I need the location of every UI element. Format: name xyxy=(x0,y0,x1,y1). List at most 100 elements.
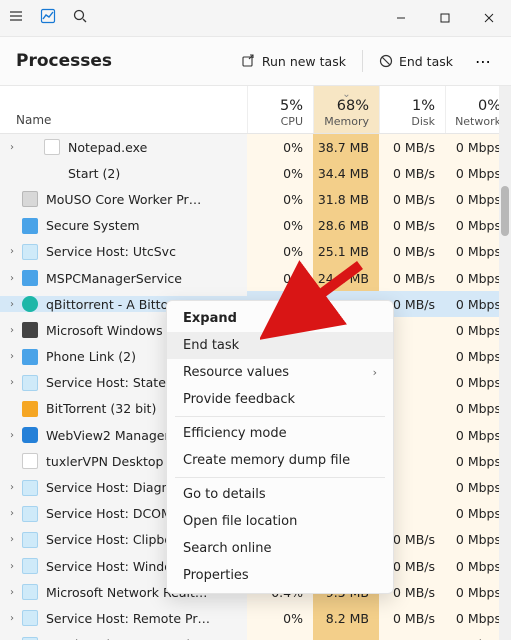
disk-label: Disk xyxy=(411,115,435,128)
expand-chevron-icon[interactable]: › xyxy=(6,325,18,336)
menu-separator xyxy=(175,416,385,417)
cell-disk: 0 MB/s xyxy=(379,239,445,265)
process-icon xyxy=(22,270,38,286)
process-icon xyxy=(22,244,38,260)
menu-item-expand[interactable]: Expand xyxy=(167,305,393,332)
menu-separator xyxy=(175,477,385,478)
expand-chevron-icon[interactable]: › xyxy=(6,430,18,441)
expand-chevron-icon[interactable]: › xyxy=(6,482,18,493)
menu-item-resource-values[interactable]: Resource values› xyxy=(167,359,393,386)
cpu-column-header[interactable]: 5% CPU xyxy=(247,86,313,133)
cell-disk: 0 MB/s xyxy=(379,134,445,160)
process-name-cell: ›LocalServiceNoNetwork xyxy=(0,637,247,640)
process-icon xyxy=(22,453,38,469)
cell-mem: 8.2 MB xyxy=(313,605,379,631)
process-name-cell: ›Notepad.exe xyxy=(0,139,247,155)
search-icon[interactable] xyxy=(72,8,88,28)
process-row[interactable]: ›Service Host: Remote Pr…0%8.2 MB0 MB/s0… xyxy=(0,605,511,631)
process-row[interactable]: Start (2)0%34.4 MB0 MB/s0 Mbps xyxy=(0,160,511,186)
process-row[interactable]: MoUSO Core Worker Pr…0%31.8 MB0 MB/s0 Mb… xyxy=(0,186,511,212)
page-title: Processes xyxy=(16,51,112,71)
process-icon xyxy=(22,375,38,391)
run-new-task-button[interactable]: Run new task xyxy=(232,48,356,75)
menu-item-go-to-details[interactable]: Go to details xyxy=(167,481,393,508)
process-row[interactable]: ›Service Host: UtcSvc0%25.1 MB0 MB/s0 Mb… xyxy=(0,239,511,265)
process-name-label: MSPCManagerService xyxy=(46,271,182,286)
end-task-button[interactable]: End task xyxy=(369,48,463,75)
expand-chevron-icon[interactable]: › xyxy=(6,351,18,362)
process-icon xyxy=(22,349,38,365)
menu-item-label: Search online xyxy=(183,541,271,556)
process-row[interactable]: ›MSPCManagerService0%24.2 MB0 MB/s0 Mbps xyxy=(0,265,511,291)
process-name-label: Phone Link (2) xyxy=(46,349,136,364)
hamburger-icon[interactable] xyxy=(8,8,24,28)
scrollbar-thumb[interactable] xyxy=(501,186,509,236)
cell-disk: 0 MB/s xyxy=(379,632,445,640)
process-name-label: Secure System xyxy=(46,218,140,233)
process-icon xyxy=(22,401,38,417)
expand-chevron-icon[interactable]: › xyxy=(6,534,18,545)
run-new-task-label: Run new task xyxy=(262,54,346,69)
sort-indicator-icon: ⌄ xyxy=(342,89,350,100)
process-row[interactable]: ›Notepad.exe0%38.7 MB0 MB/s0 Mbps xyxy=(0,134,511,160)
end-task-label: End task xyxy=(399,54,453,69)
expand-chevron-icon[interactable]: › xyxy=(6,377,18,388)
network-percent: 0% xyxy=(478,98,501,114)
expand-chevron-icon[interactable]: › xyxy=(6,142,18,153)
process-icon xyxy=(22,637,38,640)
expand-chevron-icon[interactable]: › xyxy=(6,613,18,624)
menu-item-create-memory-dump-file[interactable]: Create memory dump file xyxy=(167,447,393,474)
minimize-button[interactable] xyxy=(379,2,423,34)
scrollbar-track[interactable] xyxy=(499,86,511,640)
cell-cpu: 0% xyxy=(247,605,313,631)
process-icon xyxy=(22,296,38,312)
process-name-cell: ›Service Host: Remote Pr… xyxy=(0,610,247,626)
name-column-header[interactable]: Name xyxy=(0,86,247,133)
more-options-button[interactable]: ⋯ xyxy=(469,52,499,71)
cell-cpu: 0% xyxy=(247,239,313,265)
process-icon xyxy=(22,506,38,522)
process-icon xyxy=(22,610,38,626)
process-icon xyxy=(22,218,38,234)
cell-cpu: 0% xyxy=(247,160,313,186)
expand-chevron-icon[interactable]: › xyxy=(6,246,18,257)
expand-chevron-icon[interactable]: › xyxy=(6,299,18,310)
process-row[interactable]: Secure System0%28.6 MB0 MB/s0 Mbps xyxy=(0,213,511,239)
process-name-cell: Secure System xyxy=(0,218,247,234)
process-icon xyxy=(22,480,38,496)
cell-disk: 0 MB/s xyxy=(379,213,445,239)
process-icon xyxy=(22,532,38,548)
expand-chevron-icon[interactable]: › xyxy=(6,273,18,284)
memory-percent: 68% xyxy=(337,98,369,114)
expand-chevron-icon[interactable]: › xyxy=(6,561,18,572)
process-icon xyxy=(22,558,38,574)
cell-cpu: 0% xyxy=(247,213,313,239)
process-row[interactable]: ›LocalServiceNoNetwork0%8.0 MB0 MB/s0 Mb… xyxy=(0,632,511,640)
process-name-cell: › MSPCManagerService xyxy=(0,270,247,286)
menu-item-search-online[interactable]: Search online xyxy=(167,535,393,562)
menu-item-label: End task xyxy=(183,338,239,353)
cell-cpu: 0% xyxy=(247,632,313,640)
cpu-label: CPU xyxy=(281,115,303,128)
cell-mem: 34.4 MB xyxy=(313,160,379,186)
menu-item-end-task[interactable]: End task xyxy=(167,332,393,359)
expand-chevron-icon[interactable]: › xyxy=(6,587,18,598)
process-icon xyxy=(22,191,38,207)
memory-label: Memory xyxy=(324,115,369,128)
maximize-button[interactable] xyxy=(423,2,467,34)
memory-column-header[interactable]: ⌄ 68% Memory xyxy=(313,86,379,133)
process-name-cell: Start (2) xyxy=(0,165,247,181)
menu-item-provide-feedback[interactable]: Provide feedback xyxy=(167,386,393,413)
cell-cpu: 0% xyxy=(247,134,313,160)
close-button[interactable] xyxy=(467,2,511,34)
cell-mem: 31.8 MB xyxy=(313,186,379,212)
menu-item-open-file-location[interactable]: Open file location xyxy=(167,508,393,535)
expand-chevron-icon[interactable]: › xyxy=(6,508,18,519)
menu-item-efficiency-mode[interactable]: Efficiency mode xyxy=(167,420,393,447)
menu-item-properties[interactable]: Properties xyxy=(167,562,393,589)
disk-column-header[interactable]: 1% Disk xyxy=(379,86,445,133)
cell-mem: 28.6 MB xyxy=(313,213,379,239)
cell-mem: 8.0 MB xyxy=(313,632,379,640)
network-label: Network xyxy=(455,115,501,128)
performance-icon[interactable] xyxy=(40,8,56,28)
